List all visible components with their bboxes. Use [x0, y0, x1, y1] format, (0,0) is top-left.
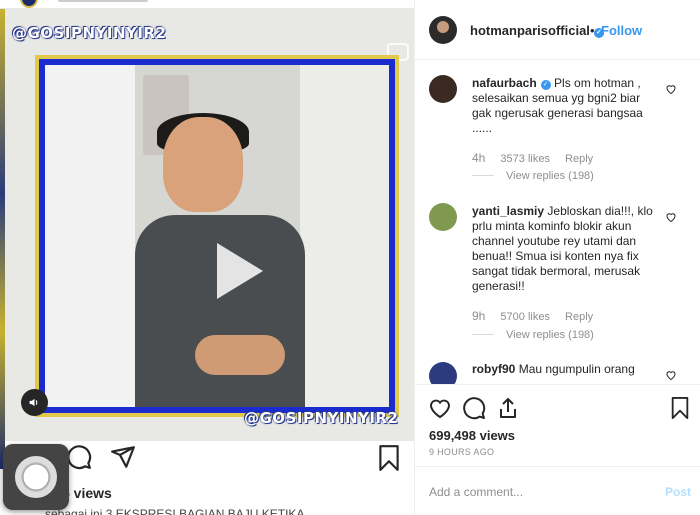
share-icon[interactable]	[110, 444, 136, 470]
assistive-touch-icon	[15, 456, 57, 498]
background-caption: sebagai ini 3 EKSPRESI BAGIAN BAJU KETIK…	[45, 507, 305, 515]
play-icon	[217, 243, 263, 299]
view-replies-label[interactable]: View replies (198)	[506, 329, 594, 341]
comment-likes[interactable]: 5700 likes	[500, 311, 550, 323]
comment-text: Mau ngumpulin orang	[518, 362, 635, 376]
comment-username[interactable]: robyf90	[472, 362, 515, 376]
post-media-area: @GOSIPNYINYIR2 @GOSIPNYINYIR2 5 views se…	[0, 0, 414, 515]
background-post-header	[0, 0, 414, 9]
assistive-touch-button[interactable]	[3, 444, 69, 510]
share-icon[interactable]	[496, 396, 520, 420]
avatar[interactable]	[429, 362, 457, 384]
watermark-top: @GOSIPNYINYIR2	[12, 24, 167, 42]
video-person-head	[163, 117, 243, 212]
video-player[interactable]	[5, 9, 414, 441]
reply-button[interactable]: Reply	[565, 311, 593, 323]
comment-username[interactable]: nafaurbach	[472, 76, 537, 90]
background-views-count: 5 views	[62, 485, 112, 501]
video-content	[45, 65, 389, 407]
comment-username[interactable]: yanti_lasmiy	[472, 204, 544, 218]
comment-icon[interactable]	[462, 396, 486, 420]
views-count[interactable]: 699,498 views	[429, 428, 515, 443]
post-header: hotmanparisofficial ✓ • Follow	[415, 0, 700, 60]
add-comment-section: Post	[415, 466, 700, 515]
like-heart-icon[interactable]	[428, 396, 452, 420]
separator-dot: •	[590, 23, 595, 38]
comment-input[interactable]	[429, 484, 649, 500]
reply-button[interactable]: Reply	[565, 153, 593, 165]
post-side-panel: hotmanparisofficial ✓ • Follow nafaurbach…	[414, 0, 700, 515]
heart-icon[interactable]	[665, 211, 677, 223]
view-replies-button[interactable]: View replies (198)	[472, 329, 594, 341]
bookmark-icon[interactable]	[376, 444, 402, 472]
background-username	[58, 0, 148, 2]
video-wall-right	[300, 65, 389, 407]
instagram-post-modal: @GOSIPNYINYIR2 @GOSIPNYINYIR2 5 views se…	[0, 0, 700, 515]
audio-toggle-button[interactable]	[21, 389, 48, 416]
video-wall-left	[45, 65, 135, 407]
comment-body: nafaurbach ✓ Pls om hotman , selesaikan s…	[472, 76, 662, 136]
comment-body: robyf90 Mau ngumpulin orang	[472, 362, 662, 377]
comments-list[interactable]: nafaurbach ✓ Pls om hotman , selesaikan s…	[415, 61, 700, 384]
post-author-username[interactable]: hotmanparisofficial	[470, 23, 590, 38]
comment-time[interactable]: 4h	[472, 151, 485, 165]
post-comment-button[interactable]: Post	[665, 485, 691, 499]
post-timestamp[interactable]: 9 HOURS AGO	[429, 447, 494, 457]
video-person-hand	[195, 335, 285, 375]
comment-meta: 9h 5700 likes Reply	[472, 309, 605, 323]
post-actions: 699,498 views 9 HOURS AGO	[415, 384, 700, 464]
background-avatar	[20, 0, 38, 8]
video-frame-border	[35, 55, 399, 417]
comment-meta: 4h 3573 likes Reply	[472, 151, 605, 165]
view-replies-button[interactable]: View replies (198)	[472, 170, 594, 182]
replies-divider	[472, 175, 494, 176]
bookmark-icon[interactable]	[669, 396, 691, 420]
speaker-icon	[29, 398, 38, 407]
comment-likes[interactable]: 3573 likes	[500, 153, 550, 165]
comment-icon[interactable]	[66, 444, 92, 470]
comment-body: yanti_lasmiy Jebloskan dia!!!, klo prlu …	[472, 204, 662, 294]
heart-icon[interactable]	[665, 369, 677, 381]
avatar[interactable]	[429, 203, 457, 231]
replies-divider	[472, 334, 494, 335]
avatar[interactable]	[429, 75, 457, 103]
watermark-bottom: @GOSIPNYINYIR2	[244, 409, 399, 427]
avatar[interactable]	[429, 16, 457, 44]
verified-badge-icon: ✓	[540, 80, 551, 90]
follow-button[interactable]: Follow	[601, 23, 642, 38]
view-replies-label[interactable]: View replies (198)	[506, 170, 594, 182]
comment-time[interactable]: 9h	[472, 309, 485, 323]
post-author[interactable]: hotmanparisofficial ✓	[470, 23, 604, 38]
heart-icon[interactable]	[665, 83, 677, 95]
